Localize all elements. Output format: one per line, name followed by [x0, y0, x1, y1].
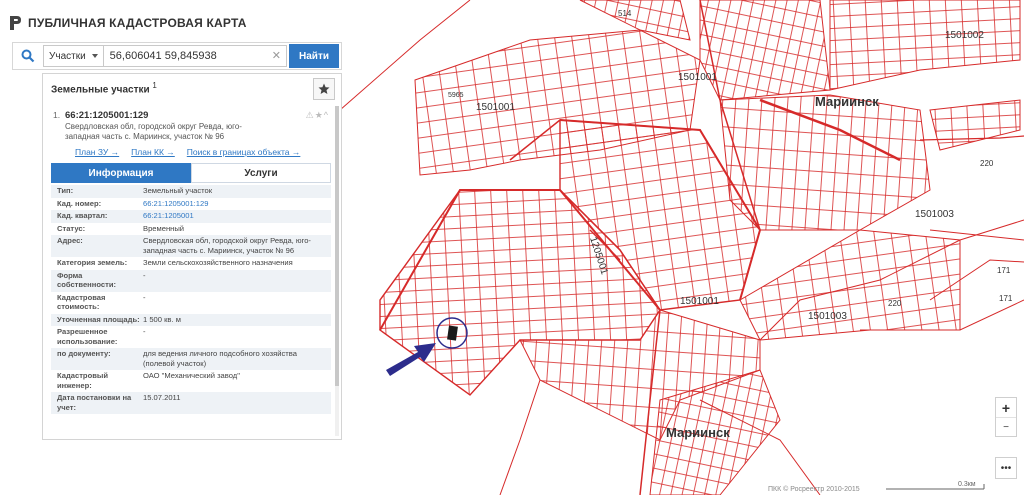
panel-header: Земельные участки 1 [43, 74, 341, 102]
zoom-control: + − [995, 397, 1017, 437]
info-value: Земельный участок [143, 186, 213, 195]
result-cad-number[interactable]: 66:21:1205001:129 [65, 110, 331, 121]
panel-title-text: Земельные участки [51, 84, 150, 96]
info-row: Кадастровый инженер: ОАО "Механический за… [51, 370, 331, 392]
scrollbar-thumb[interactable] [335, 106, 339, 386]
info-label: Кад. квартал: [57, 211, 108, 220]
search-bar: Участки 56,606041 59,845938 ✕ Найти [12, 42, 342, 70]
scale-label: 0.3км [958, 481, 976, 488]
search-type-select[interactable]: Участки [43, 45, 104, 67]
map-label-quarter: 1501003 [915, 209, 954, 220]
star-icon [318, 83, 330, 94]
map-label-quarter: 1501001 [680, 296, 719, 307]
copyright: ПКК © Росреестр 2010-2015 [768, 486, 860, 493]
favorite-button[interactable] [313, 78, 335, 100]
map-label-number: 171 [997, 266, 1011, 275]
map-label-number: 5965 [448, 92, 464, 99]
map-label-quarter: 1501001 [678, 72, 717, 83]
zoom-out-button[interactable]: − [996, 418, 1016, 437]
info-label: Кадастровая стоимость: [57, 292, 106, 312]
info-row: Адрес: Свердловская обл, городской округ … [51, 235, 331, 257]
info-value: 15.07.2011 [143, 393, 181, 402]
info-value: Временный [143, 223, 185, 233]
info-label: по документу: [57, 349, 111, 358]
star-icon[interactable]: ★ [315, 110, 324, 120]
warning-icon[interactable]: ⚠ [306, 110, 315, 120]
info-row: Статус: Временный [51, 223, 331, 236]
info-value: - [143, 292, 146, 302]
map-label-number: 220 [980, 159, 994, 168]
search-type-value: Участки [49, 50, 86, 62]
app-title: ПУБЛИЧНАЯ КАДАСТРОВАЯ КАРТА [28, 16, 247, 30]
info-row: Разрешенное использование: - [51, 326, 331, 348]
result-tabs: Информация Услуги [51, 163, 331, 183]
result-card: 1. 66:21:1205001:129 Свердловская обл, г… [51, 110, 331, 414]
map-label-town-bottom: Мариинск [666, 425, 730, 440]
info-value: - [143, 327, 146, 336]
panel-scrollbar[interactable] [335, 106, 339, 436]
map-label-number: 514 [618, 9, 632, 18]
info-table: Тип: Земельный участок Кад. номер: 66:21:1… [51, 185, 331, 414]
link-plan-kk[interactable]: План КК → [131, 147, 175, 157]
chevron-down-icon [91, 54, 98, 58]
find-button[interactable]: Найти [289, 44, 339, 68]
search-query: 56,606041 59,845938 [109, 50, 217, 62]
info-value: - [143, 270, 146, 280]
info-row: Тип: Земельный участок [51, 185, 331, 198]
result-links: План ЗУ → План КК → Поиск в границах объ… [51, 147, 331, 157]
link-search-in-bounds[interactable]: Поиск в границах объекта → [187, 147, 301, 157]
link-plan-zu[interactable]: План ЗУ → [75, 147, 119, 157]
zoom-in-button[interactable]: + [996, 398, 1016, 418]
map-label-quarter: 1501001 [476, 102, 515, 113]
info-label: Адрес: [57, 236, 83, 245]
info-row: Кад. квартал: 66:21:1205001 [51, 210, 331, 223]
result-card-header[interactable]: 1. 66:21:1205001:129 Свердловская обл, г… [51, 110, 331, 142]
search-icon[interactable] [13, 43, 43, 69]
app-header: ПУБЛИЧНАЯ КАДАСТРОВАЯ КАРТА [8, 12, 247, 34]
info-value-link[interactable]: 66:21:1205001:129 [143, 199, 331, 209]
info-row: Дата постановки на учет: 15.07.2011 [51, 392, 331, 414]
info-value: Земли сельскохозяйственного назначения [143, 258, 293, 267]
panel-count: 1 [152, 80, 157, 90]
info-row: Форма собственности: - [51, 269, 331, 292]
info-label: Кад. номер: [57, 198, 102, 208]
info-label: Категория земель: [57, 258, 128, 267]
info-label: Тип: [57, 186, 74, 195]
tab-info[interactable]: Информация [51, 163, 191, 183]
info-row: Уточненная площадь: 1 500 кв. м [51, 313, 331, 326]
results-panel: Земельные участки 1 1. 66:21:1205001:129… [42, 73, 342, 440]
logo-icon [10, 16, 21, 30]
search-input[interactable]: 56,606041 59,845938 ✕ [103, 45, 288, 67]
map-label-number: 220 [888, 299, 902, 308]
info-label: Разрешенное использование: [57, 327, 118, 346]
map-label-quarter: 1501003 [808, 311, 847, 322]
info-row: Кадастровая стоимость: - [51, 292, 331, 314]
info-value-link[interactable]: 66:21:1205001 [143, 211, 331, 221]
panel-title: Земельные участки 1 [51, 81, 157, 95]
tab-services[interactable]: Услуги [191, 163, 331, 183]
result-address: Свердловская обл, городской округ Ревда,… [65, 122, 242, 141]
info-value: ОАО "Механический завод" [143, 371, 240, 380]
info-row: Категория земель: Земли сельскохозяйствен… [51, 257, 331, 270]
clear-icon[interactable]: ✕ [272, 49, 281, 62]
card-actions: ⚠★^ [306, 110, 329, 121]
result-index: 1. [53, 110, 61, 120]
info-label: Уточненная площадь: [57, 314, 140, 324]
more-options-button[interactable]: ••• [995, 457, 1017, 479]
chevron-up-icon[interactable]: ^ [324, 110, 329, 120]
map-label-number: 171 [999, 294, 1013, 303]
map-label-town-top: Мариинск [815, 94, 879, 109]
info-label: Статус: [57, 223, 86, 233]
info-label: Дата постановки на учет: [57, 393, 132, 412]
info-row: Кад. номер: 66:21:1205001:129 [51, 198, 331, 211]
info-value: Свердловская обл, городской округ Ревда,… [143, 236, 311, 255]
map-label-quarter: 1501002 [945, 30, 984, 41]
info-label: Кадастровый инженер: [57, 371, 109, 390]
info-row: по документу: для ведения личного подсобн… [51, 348, 331, 370]
info-value: 1 500 кв. м [143, 314, 181, 324]
info-value: для ведения личного подсобного хозяйства… [143, 349, 297, 368]
info-label: Форма собственности: [57, 270, 117, 290]
